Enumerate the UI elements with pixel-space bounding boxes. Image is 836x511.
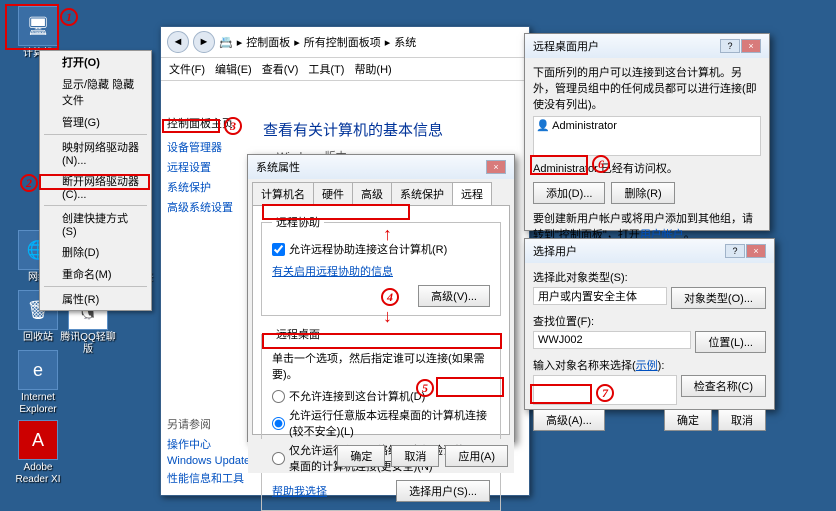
system-properties-dialog: 系统属性 × 计算机名 硬件 高级 系统保护 远程 远程协助 允许远程协助连接这… [247, 154, 515, 442]
menu-edit[interactable]: 编辑(E) [215, 61, 252, 77]
apply-button[interactable]: 应用(A) [445, 445, 508, 467]
tab-hardware[interactable]: 硬件 [313, 182, 353, 205]
breadcrumb: ◄ ► 📇 ▸控制面板 ▸所有控制面板项 ▸系统 [161, 27, 529, 58]
see-also: 另请参阅 操作中心 Windows Update 性能信息和工具 [167, 416, 250, 489]
ctx-item[interactable]: 显示/隐藏 隐藏文件 [40, 73, 151, 111]
menubar: 文件(F) 编辑(E) 查看(V) 工具(T) 帮助(H) [161, 58, 529, 81]
menu-file[interactable]: 文件(F) [169, 61, 205, 77]
cancel-button[interactable]: 取消 [391, 445, 439, 467]
tab-advanced[interactable]: 高级 [352, 182, 392, 205]
sidebar-link-advanced[interactable]: 高级系统设置 [167, 199, 249, 215]
see-also-link[interactable]: Windows Update [167, 455, 250, 467]
ok-button[interactable]: 确定 [664, 409, 712, 431]
ok-button[interactable]: 确定 [337, 445, 385, 467]
example-link[interactable]: 示例 [636, 360, 658, 372]
adobe-icon[interactable]: AAdobe Reader XI [8, 420, 68, 486]
ctx-item[interactable]: 删除(D) [40, 241, 151, 263]
rd-opt-none[interactable]: 不允许连接到这台计算机(D) [272, 388, 490, 404]
menu-view[interactable]: 查看(V) [262, 61, 299, 77]
menu-help[interactable]: 帮助(H) [354, 61, 391, 77]
ctx-properties[interactable]: 属性(R) [40, 288, 151, 310]
sidebar-link-protect[interactable]: 系统保护 [167, 179, 249, 195]
tab-remote[interactable]: 远程 [452, 182, 492, 205]
help-icon[interactable]: ? [720, 39, 740, 53]
ctx-item[interactable]: 重命名(M) [40, 263, 151, 285]
page-title: 查看有关计算机的基本信息 [263, 119, 521, 140]
close-icon[interactable]: × [486, 160, 506, 174]
remove-button[interactable]: 删除(R) [611, 182, 674, 204]
close-icon[interactable]: × [741, 39, 761, 53]
menu-tools[interactable]: 工具(T) [308, 61, 344, 77]
breadcrumb-item[interactable]: 所有控制面板项 [304, 34, 381, 50]
add-button[interactable]: 添加(D)... [533, 182, 605, 204]
ra-advanced-button[interactable]: 高级(V)... [418, 285, 490, 307]
tab-computer-name[interactable]: 计算机名 [252, 182, 314, 205]
ctx-open[interactable]: 打开(O) [40, 51, 151, 73]
ctx-item[interactable]: 创建快捷方式(S) [40, 207, 151, 241]
breadcrumb-item[interactable]: 控制面板 [246, 34, 290, 50]
breadcrumb-item[interactable]: 系统 [394, 34, 416, 50]
tab-protection[interactable]: 系统保护 [391, 182, 453, 205]
ra-info-link[interactable]: 有关启用远程协助的信息 [272, 266, 393, 278]
breadcrumb-item[interactable]: 📇 [219, 36, 233, 49]
sidebar-link-devmgr[interactable]: 设备管理器 [167, 139, 249, 155]
ctx-item[interactable]: 管理(G) [40, 111, 151, 133]
location-field[interactable] [533, 331, 691, 349]
back-button[interactable]: ◄ [167, 31, 189, 53]
ra-allow-checkbox[interactable]: 允许远程协助连接这台计算机(R) [272, 241, 490, 257]
check-names-button[interactable]: 检查名称(C) [681, 375, 766, 397]
object-names-field[interactable] [533, 375, 677, 405]
titlebar: 系统属性 × [248, 155, 514, 179]
remote-desktop-users-dialog: 远程桌面用户?× 下面所列的用户可以连接到这台计算机。另外，管理员组中的任何成员… [524, 33, 770, 231]
forward-button[interactable]: ► [193, 31, 215, 53]
locations-button[interactable]: 位置(L)... [695, 331, 766, 353]
sidebar-link-remote[interactable]: 远程设置 [167, 159, 249, 175]
advanced-button[interactable]: 高级(A)... [533, 409, 605, 431]
remote-desktop-group: 远程桌面 单击一个选项，然后指定谁可以连接(如果需要)。 不允许连接到这台计算机… [261, 326, 501, 511]
select-users-button[interactable]: 选择用户(S)... [396, 480, 490, 502]
rd-opt-any[interactable]: 允许运行任意版本远程桌面的计算机连接(较不安全)(L) [272, 407, 490, 439]
help-icon[interactable]: ? [725, 244, 745, 258]
object-type-field[interactable] [533, 287, 667, 305]
ie-icon[interactable]: eInternet Explorer [8, 350, 68, 416]
ctx-item[interactable]: 映射网络驱动器(N)... [40, 136, 151, 170]
users-list[interactable]: 👤 Administrator [533, 116, 761, 156]
see-also-link[interactable]: 操作中心 [167, 436, 250, 452]
sidebar-header: 控制面板主页 [167, 115, 249, 131]
context-menu: 打开(O) 显示/隐藏 隐藏文件 管理(G) 映射网络驱动器(N)... 断开网… [39, 50, 152, 311]
tabstrip: 计算机名 硬件 高级 系统保护 远程 [248, 179, 514, 205]
rd-help-link[interactable]: 帮助我选择 [272, 483, 327, 499]
remote-assistance-group: 远程协助 允许远程协助连接这台计算机(R) 有关启用远程协助的信息 高级(V).… [261, 214, 501, 316]
ctx-item[interactable]: 断开网络驱动器(C)... [40, 170, 151, 204]
select-users-dialog: 选择用户?× 选择此对象类型(S): 对象类型(O)... 查找位置(F): 位… [524, 238, 775, 410]
sidebar: 控制面板主页 设备管理器 远程设置 系统保护 高级系统设置 另请参阅 操作中心 … [161, 109, 255, 495]
object-types-button[interactable]: 对象类型(O)... [671, 287, 766, 309]
cancel-button[interactable]: 取消 [718, 409, 766, 431]
see-also-link[interactable]: 性能信息和工具 [167, 470, 250, 486]
close-icon[interactable]: × [746, 244, 766, 258]
